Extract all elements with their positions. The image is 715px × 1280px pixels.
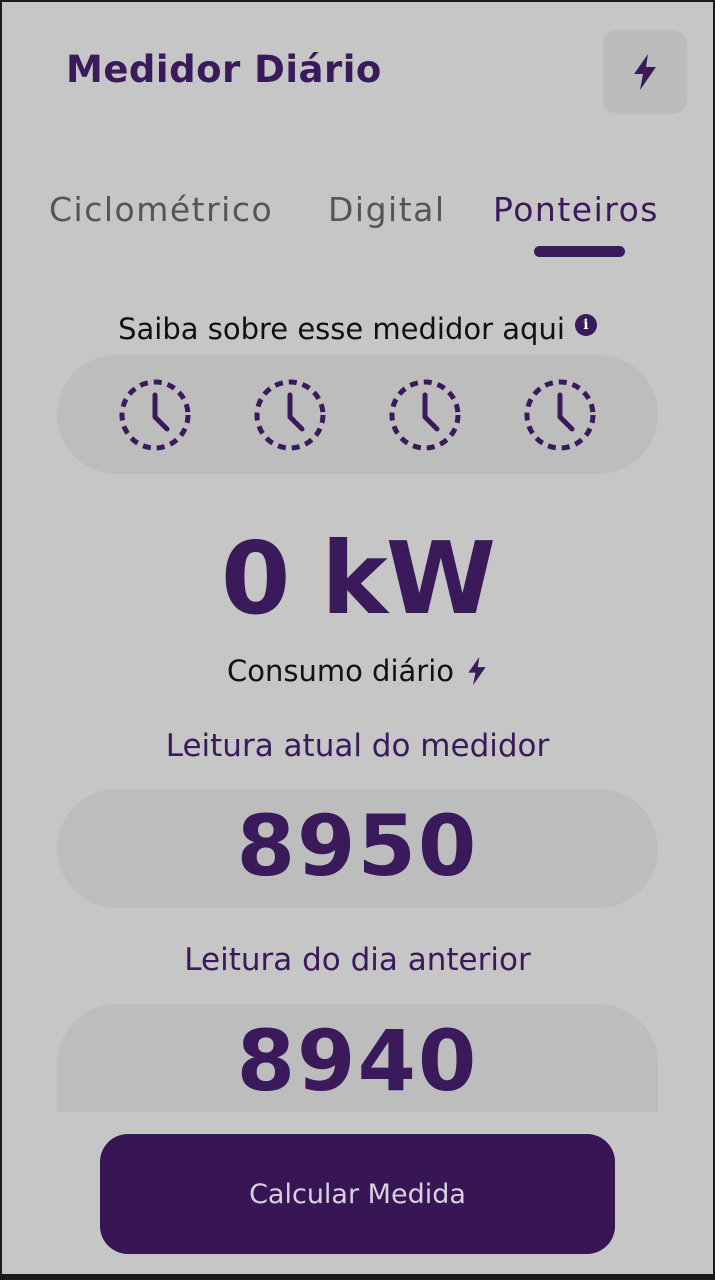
dials-panel	[57, 355, 658, 474]
current-reading-value: 8950	[236, 797, 479, 895]
active-tab-indicator	[534, 246, 625, 257]
clock-icon[interactable]	[252, 377, 328, 453]
tab-ciclometrico[interactable]: Ciclométrico	[49, 190, 273, 229]
daily-consumption-caption: Consumo diário	[0, 654, 715, 688]
previous-reading-value: 8940	[236, 1012, 479, 1110]
daily-consumption-label: Consumo diário	[226, 654, 455, 688]
previous-reading-label: Leitura do dia anterior	[184, 942, 531, 978]
current-reading-label: Leitura atual do medidor	[165, 728, 550, 764]
daily-consumption-value: 0 kW	[220, 520, 496, 637]
previous-reading-field[interactable]: 8940	[57, 1004, 658, 1112]
meter-info-link[interactable]: Saiba sobre esse medidor aqui i	[0, 312, 715, 346]
page-title: Medidor Diário	[66, 48, 382, 91]
clock-icon[interactable]	[387, 377, 463, 453]
info-icon[interactable]: i	[574, 314, 597, 336]
tab-digital[interactable]: Digital	[328, 190, 446, 229]
current-reading-field[interactable]: 8950	[57, 789, 658, 908]
calculate-button[interactable]: Calcular Medida	[100, 1134, 615, 1254]
bottom-edge	[0, 1274, 715, 1280]
tab-ponteiros[interactable]: Ponteiros	[493, 190, 659, 229]
meter-type-tabs: Ciclométrico Digital Ponteiros	[0, 190, 715, 270]
clock-icon[interactable]	[522, 377, 598, 453]
bolt-icon	[634, 54, 656, 90]
meter-info-text: Saiba sobre esse medidor aqui	[118, 312, 565, 346]
bolt-button[interactable]	[603, 30, 687, 114]
clock-icon[interactable]	[117, 377, 193, 453]
bolt-icon	[468, 656, 486, 686]
